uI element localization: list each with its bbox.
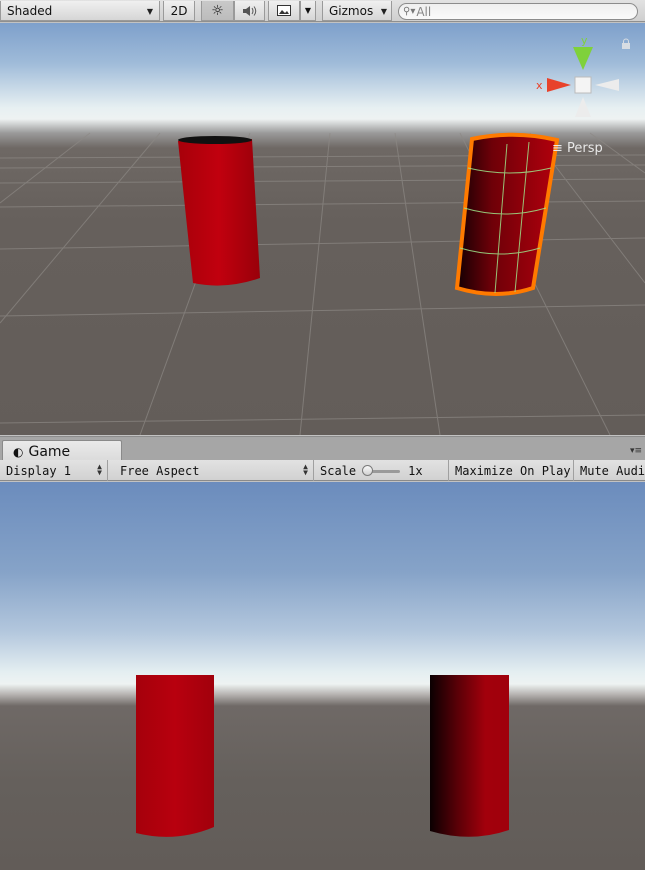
cylinder-right-game [430,675,509,837]
tab-game[interactable]: ◐ Game [2,440,122,462]
display-select[interactable]: Display 1 ▲ ▼ [0,460,108,481]
toggle-2d-button[interactable]: 2D [163,1,195,21]
chevron-down-icon: ▼ [304,6,312,15]
game-controller-icon: ◐ [13,444,24,459]
mute-audio-label: Mute Audio [580,463,645,478]
axis-y-label: y [581,34,588,47]
game-view[interactable] [0,482,645,870]
maximize-on-play-label: Maximize On Play [455,463,571,478]
cylinder-left-scene[interactable] [165,128,285,298]
tab-game-label: Game [28,443,71,460]
chevron-down-icon: ▼ [380,7,387,16]
draw-mode-label: Shaded [7,3,53,18]
mute-audio-toggle[interactable]: Mute Audio [574,460,645,481]
axis-x-label: x [536,79,543,92]
scene-view[interactable]: y x ≡ Persp [0,23,645,435]
display-select-label: Display 1 [6,463,72,478]
updown-arrows-icon: ▲ ▼ [97,462,102,477]
cylinder-right-scene-selected[interactable] [445,128,585,318]
search-icon: ⚲▾ [403,6,416,17]
game-toolbar: Display 1 ▲ ▼ Free Aspect ▲ ▼ Scale 1x Max… [0,460,645,481]
game-tab-bar: ◐ Game ▾≡ [0,436,645,462]
chevron-down-icon: ▼ [146,7,153,16]
scene-search-input[interactable]: ⚲▾ All [398,3,638,20]
effects-dropdown-button[interactable]: ▼ [300,1,316,21]
cylinder-left-game [136,675,214,837]
persp-icon: ≡ [552,141,563,156]
toggle-2d-label: 2D [170,3,188,18]
scale-value: 1x [408,463,423,478]
draw-mode-dropdown[interactable]: Shaded ▼ [0,1,160,21]
lighting-toggle-button[interactable]: ☼ [201,1,234,21]
maximize-on-play-toggle[interactable]: Maximize On Play [449,460,574,481]
panel-menu-icon[interactable]: ▾≡ [630,446,642,456]
updown-arrows-icon: ▲ ▼ [303,462,308,477]
image-icon [277,5,291,16]
effects-toggle-button[interactable] [268,1,300,21]
scale-control: Scale 1x [314,460,449,481]
center-cube[interactable] [574,76,592,94]
projection-text: Persp [567,141,603,156]
aspect-select[interactable]: Free Aspect ▲ ▼ [114,460,314,481]
gizmos-label: Gizmos [329,3,374,18]
search-placeholder: All [416,4,432,19]
aspect-select-label: Free Aspect [120,463,200,478]
scale-label: Scale [320,463,357,478]
scale-slider[interactable] [362,464,401,478]
x-axis-cone[interactable] [547,78,571,92]
projection-label[interactable]: ≡ Persp [552,141,603,156]
audio-toggle-button[interactable] [234,1,265,21]
sun-icon: ☼ [211,2,224,19]
gizmos-dropdown[interactable]: Gizmos ▼ [322,1,392,21]
orientation-gizmo[interactable]: y x [533,33,633,133]
scene-toolbar: Shaded ▼ 2D ☼ ▼ Gizmos ▼ ⚲▾ All [0,0,645,22]
speaker-icon [242,5,256,16]
scale-slider-thumb[interactable] [362,464,374,476]
lock-icon[interactable] [620,38,632,50]
